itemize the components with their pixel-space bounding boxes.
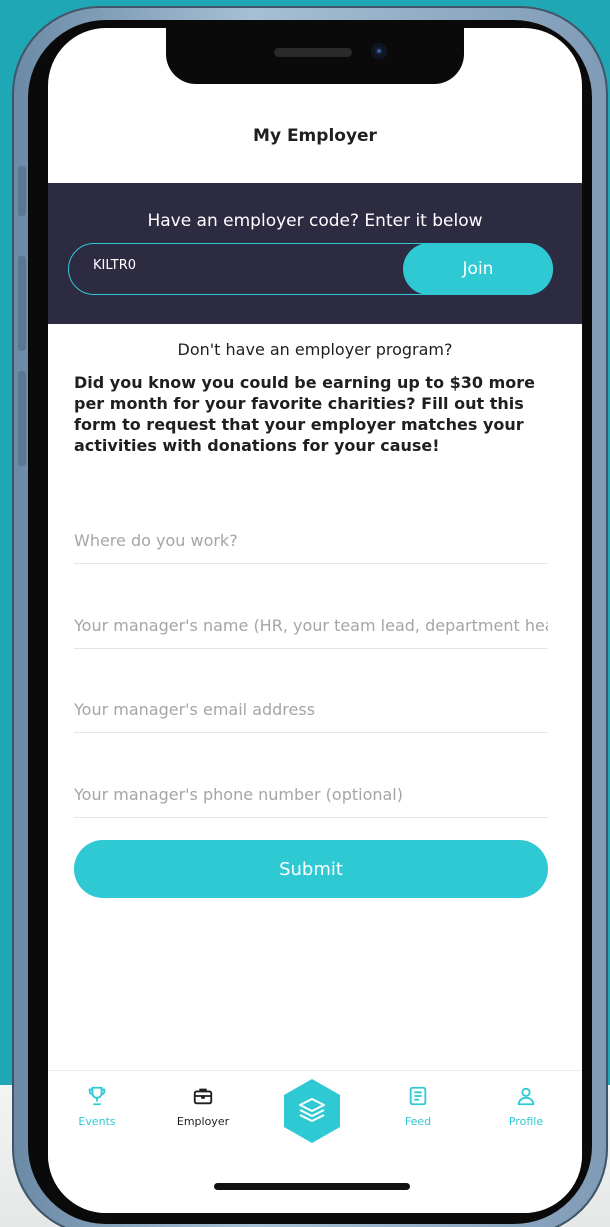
manager-email-field	[74, 700, 548, 733]
workplace-field	[74, 531, 548, 564]
volume-up-button	[18, 256, 26, 351]
employer-code-panel: Have an employer code? Enter it below Jo…	[48, 183, 582, 324]
tab-feed[interactable]: Feed	[373, 1085, 463, 1128]
home-indicator[interactable]	[214, 1183, 410, 1190]
bottom-tab-bar: Events Employer Feed Profile	[48, 1070, 582, 1213]
notch	[166, 28, 464, 84]
speaker-grille	[274, 48, 352, 57]
volume-down-button	[18, 371, 26, 466]
page-title: My Employer	[253, 126, 377, 146]
employer-code-field: Join	[68, 243, 553, 295]
layers-icon[interactable]	[284, 1079, 340, 1143]
camera-icon	[371, 43, 387, 59]
document-icon	[409, 1086, 427, 1106]
mute-switch	[18, 166, 26, 216]
tab-feed-label: Feed	[404, 1115, 432, 1128]
manager-name-field	[74, 616, 548, 649]
briefcase-icon	[193, 1088, 213, 1105]
manager-email-input[interactable]	[74, 700, 548, 719]
join-button[interactable]: Join	[403, 243, 553, 295]
manager-name-input[interactable]	[74, 616, 548, 635]
trophy-icon	[88, 1086, 106, 1106]
tab-employer-label: Employer	[176, 1115, 230, 1128]
tab-profile-label: Profile	[508, 1115, 544, 1128]
app-screen: My Employer Have an employer code? Enter…	[48, 28, 582, 1213]
intro-text: Did you know you could be earning up to …	[74, 373, 536, 455]
manager-phone-field	[74, 785, 548, 818]
no-program-heading: Don't have an employer program?	[177, 340, 453, 359]
tab-events[interactable]: Events	[52, 1085, 142, 1128]
user-icon	[517, 1087, 535, 1106]
employer-code-input[interactable]	[93, 258, 393, 273]
tab-profile[interactable]: Profile	[481, 1085, 571, 1128]
manager-phone-input[interactable]	[74, 785, 548, 804]
tab-employer[interactable]: Employer	[158, 1085, 248, 1128]
submit-button[interactable]: Submit	[74, 840, 548, 898]
employer-code-prompt: Have an employer code? Enter it below	[147, 211, 483, 231]
workplace-input[interactable]	[74, 531, 548, 550]
tab-events-label: Events	[78, 1115, 116, 1128]
